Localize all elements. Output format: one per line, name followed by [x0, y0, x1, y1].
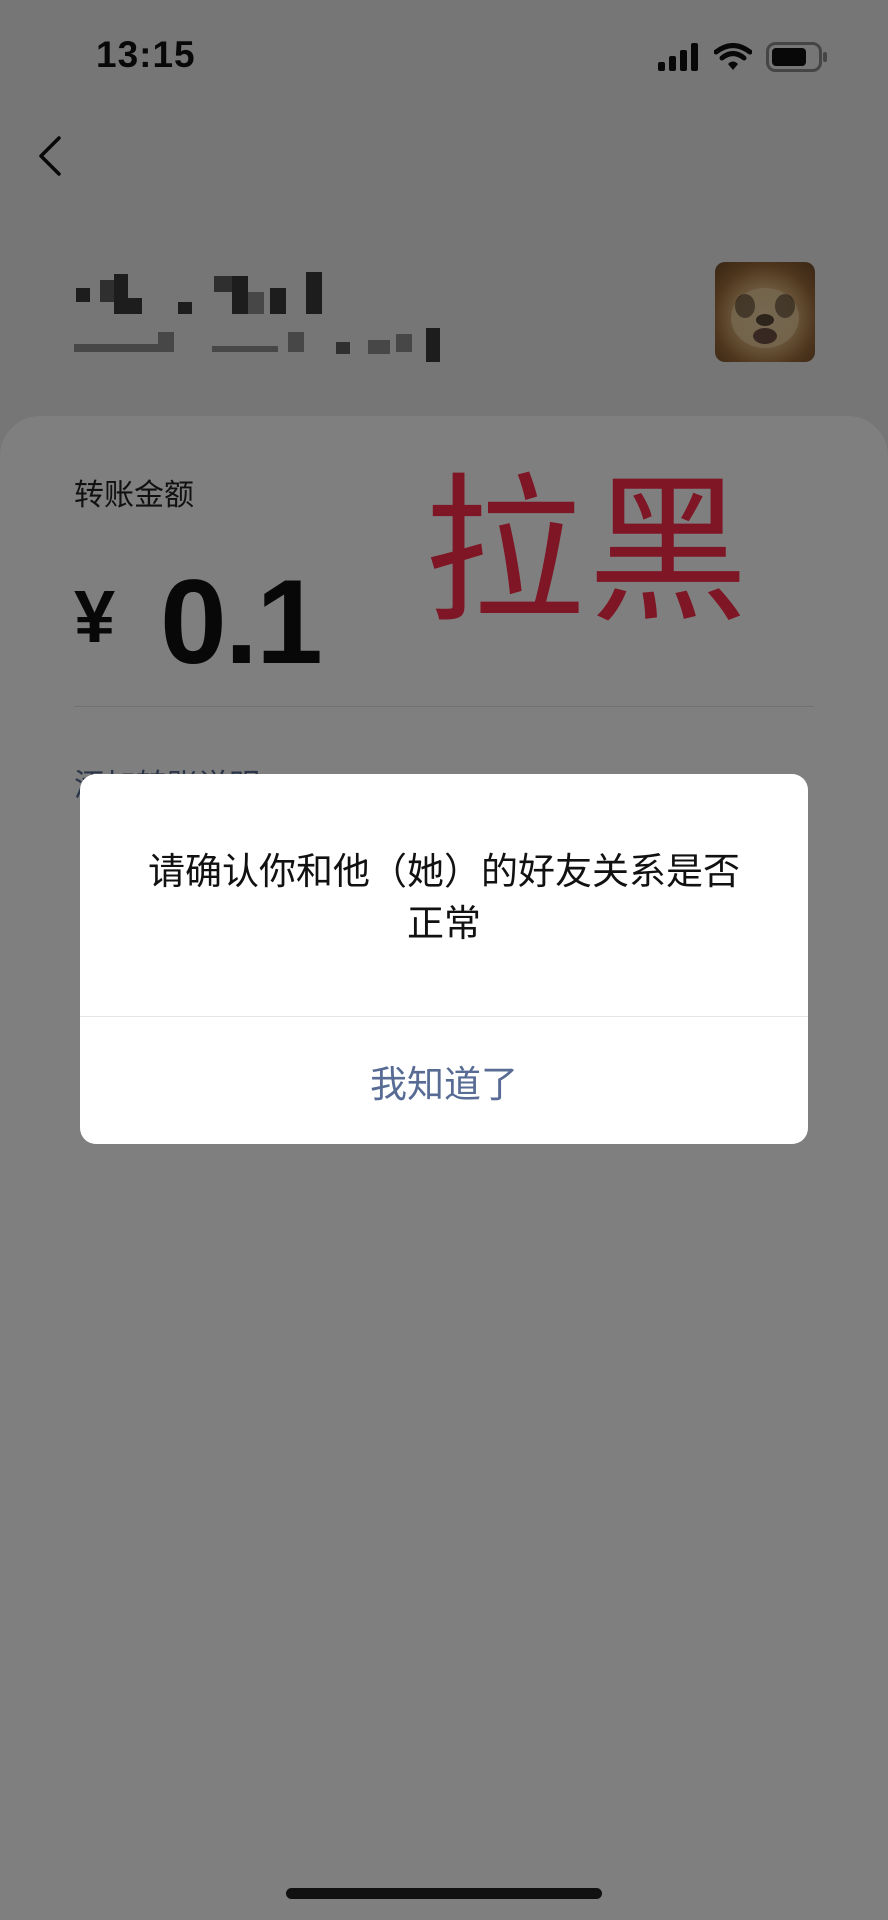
got-it-button[interactable]: 我知道了: [80, 1017, 808, 1144]
dialog-message: 请确认你和他（她）的好友关系是否正常: [148, 850, 740, 945]
alert-dialog: 请确认你和他（她）的好友关系是否正常 我知道了: [80, 774, 808, 1144]
home-indicator[interactable]: [286, 1888, 602, 1899]
